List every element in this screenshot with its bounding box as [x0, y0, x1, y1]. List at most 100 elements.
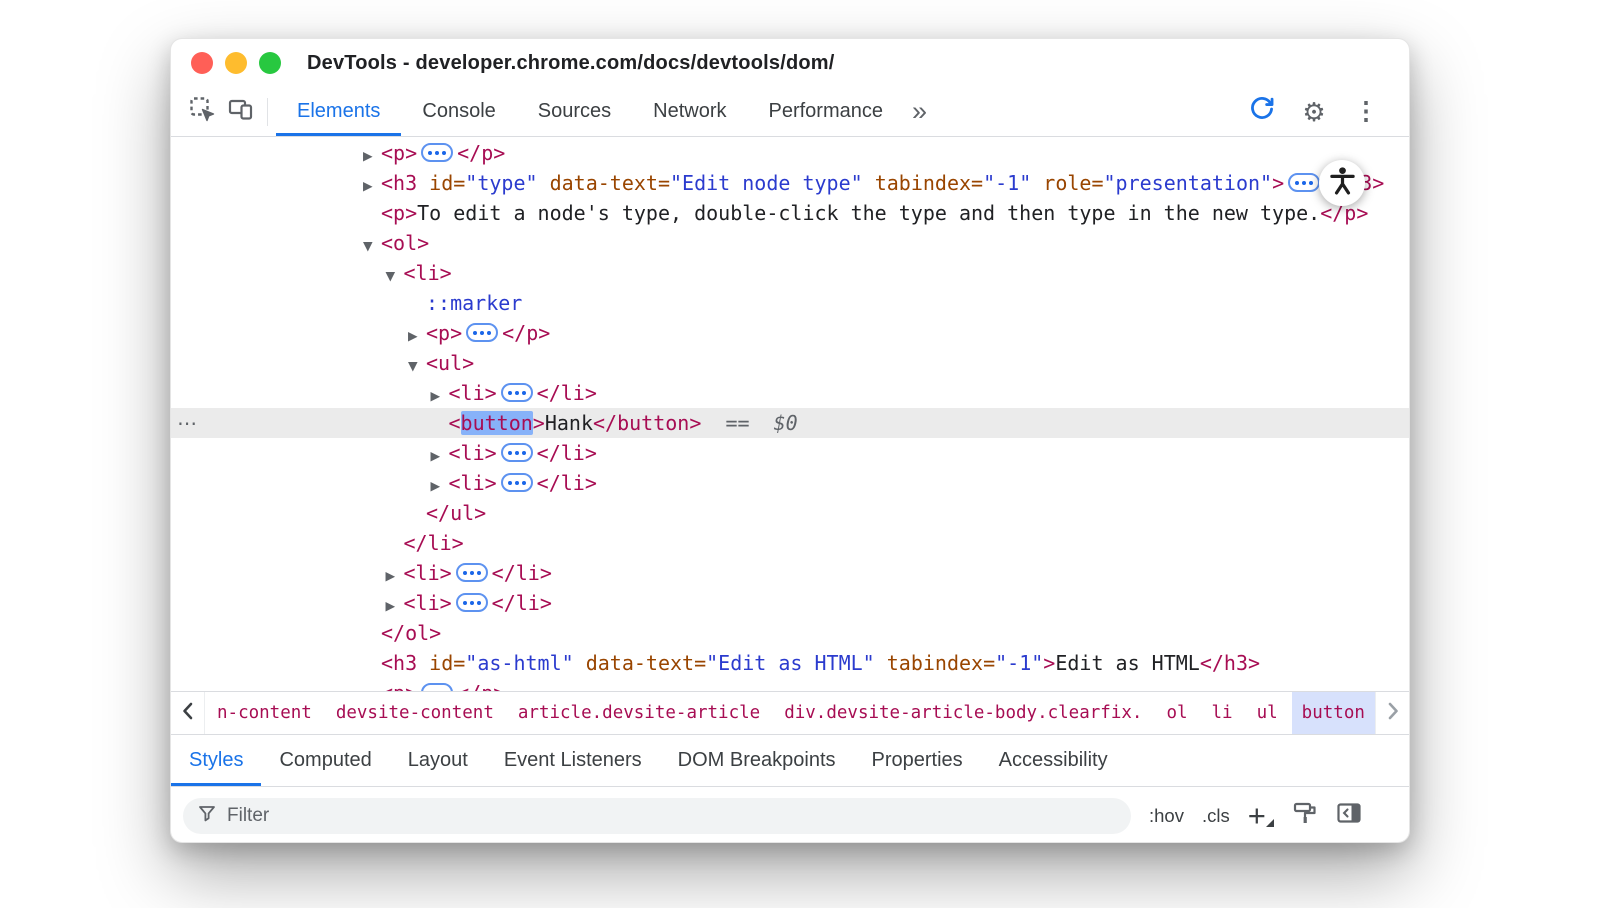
panel-tab-event-listeners[interactable]: Event Listeners	[486, 735, 660, 786]
code-marker: ::marker	[426, 291, 522, 315]
expand-arrow-icon[interactable]: ▶	[431, 381, 449, 411]
expand-arrow-icon[interactable]: ▶	[386, 561, 404, 591]
expand-inline-ellipsis-button[interactable]	[501, 443, 533, 462]
ellipsis-dot	[463, 571, 467, 575]
ellipsis-dot	[470, 601, 474, 605]
styles-filter-input[interactable]	[227, 805, 1117, 827]
collapse-arrow-icon[interactable]: ▼	[386, 261, 404, 291]
settings-button[interactable]: ⚙	[1295, 93, 1333, 131]
dom-tree-row[interactable]: </ol>	[171, 618, 1409, 648]
minimize-button[interactable]	[225, 52, 247, 74]
breadcrumb-item-article-devsite-article[interactable]: article.devsite-article	[508, 692, 770, 734]
computed-sidebar-toggle-button[interactable]	[1336, 800, 1362, 831]
expand-inline-ellipsis-button[interactable]	[501, 473, 533, 492]
panel-tab-styles[interactable]: Styles	[171, 735, 261, 786]
screenshot-stage: DevTools - developer.chrome.com/docs/dev…	[0, 0, 1600, 908]
close-button[interactable]	[191, 52, 213, 74]
dom-tree-row[interactable]: ▶<p></p>	[171, 678, 1409, 691]
rendering-emulations-button[interactable]	[1292, 800, 1318, 831]
dom-tree-row[interactable]: ▼<li>	[171, 258, 1409, 288]
expand-inline-ellipsis-button[interactable]	[466, 323, 498, 342]
dom-tree-row[interactable]: ::marker	[171, 288, 1409, 318]
breadcrumb-item-ol[interactable]: ol	[1156, 692, 1197, 734]
breadcrumb: n-contentdevsite-contentarticle.devsite-…	[205, 692, 1375, 734]
accessibility-inspect-overlay[interactable]	[1319, 160, 1365, 206]
breadcrumb-item-ul[interactable]: ul	[1247, 692, 1288, 734]
new-style-rule-button[interactable]: +	[1248, 802, 1274, 830]
inspect-element-button[interactable]	[183, 93, 221, 131]
toolbar-divider	[267, 98, 268, 126]
dom-tree-row[interactable]: ▶<li></li>	[171, 378, 1409, 408]
dom-tree-row[interactable]: <p>To edit a node's type, double-click t…	[171, 198, 1409, 228]
more-actions-icon[interactable]: ⋯	[177, 408, 197, 438]
code-tag: <li>	[449, 381, 497, 405]
tab-sources[interactable]: Sources	[517, 87, 632, 136]
code-text: To edit a node's type, double-click the …	[417, 201, 1320, 225]
code-tag: </li>	[537, 471, 597, 495]
sidebar-toggle-icon	[1336, 800, 1362, 831]
breadcrumb-item-button[interactable]: button	[1292, 692, 1375, 734]
refresh-button[interactable]	[1243, 93, 1281, 131]
expand-inline-ellipsis-button[interactable]	[1288, 173, 1320, 192]
breadcrumb-item-li[interactable]: li	[1202, 692, 1243, 734]
panel-tab-dom-breakpoints[interactable]: DOM Breakpoints	[660, 735, 854, 786]
breadcrumb-scroll-left-button[interactable]	[171, 692, 205, 734]
breadcrumb-item-n-content[interactable]: n-content	[207, 692, 322, 734]
breadcrumb-scroll-right-button[interactable]	[1375, 692, 1409, 734]
expand-arrow-icon[interactable]: ▶	[386, 591, 404, 621]
expand-arrow-icon[interactable]: ▶	[431, 471, 449, 501]
device-toolbar-button[interactable]	[221, 93, 259, 131]
code-tag: </li>	[404, 531, 464, 555]
dom-tree-row[interactable]: ▶<li></li>	[171, 588, 1409, 618]
toggle-element-state-button[interactable]: :hov	[1149, 805, 1184, 827]
breadcrumb-item-devsite-content[interactable]: devsite-content	[326, 692, 504, 734]
panel-tab-layout[interactable]: Layout	[390, 735, 486, 786]
expand-arrow-icon[interactable]: ▶	[408, 321, 426, 351]
dom-tree-row[interactable]: <h3 id="as-html" data-text="Edit as HTML…	[171, 648, 1409, 678]
expand-inline-ellipsis-button[interactable]	[456, 593, 488, 612]
expand-inline-ellipsis-button[interactable]	[421, 683, 453, 691]
ellipsis-dot	[1309, 181, 1313, 185]
ellipsis-dot	[522, 391, 526, 395]
dom-tree-row[interactable]: </ul>	[171, 498, 1409, 528]
collapse-arrow-icon[interactable]: ▼	[408, 351, 426, 381]
traffic-lights	[191, 52, 281, 74]
expand-inline-ellipsis-button[interactable]	[421, 143, 453, 162]
dom-tree-row[interactable]: ▼<ol>	[171, 228, 1409, 258]
tab-performance[interactable]: Performance	[748, 87, 905, 136]
code-tag: <li>	[404, 561, 452, 585]
dom-tree-row[interactable]: ▶<p></p>	[171, 318, 1409, 348]
expand-arrow-icon[interactable]: ▶	[363, 171, 381, 201]
breadcrumb-item-div-devsite-article-body-clearfix-[interactable]: div.devsite-article-body.clearfix.	[774, 692, 1152, 734]
dom-tree-row[interactable]: </li>	[171, 528, 1409, 558]
zoom-button[interactable]	[259, 52, 281, 74]
toolbar-right: ⚙ ⋮	[1243, 93, 1391, 131]
dom-tree-row[interactable]: ▶<li></li>	[171, 438, 1409, 468]
tab-network[interactable]: Network	[632, 87, 747, 136]
panel-tab-properties[interactable]: Properties	[854, 735, 981, 786]
customize-menu-button[interactable]: ⋮	[1347, 93, 1385, 131]
dom-tree-row[interactable]: ▶<li></li>	[171, 468, 1409, 498]
more-tabs-button[interactable]: »	[904, 98, 935, 125]
dom-tree-row[interactable]: ⋯<button>Hank</button> == $0	[171, 408, 1409, 438]
dom-tree-row[interactable]: ▼<ul>	[171, 348, 1409, 378]
tab-elements[interactable]: Elements	[276, 87, 401, 136]
dom-tree-row[interactable]: ▶<p></p>	[171, 138, 1409, 168]
code-tag: <p>	[381, 201, 417, 225]
collapse-arrow-icon[interactable]: ▼	[363, 231, 381, 261]
code-attr: id=	[417, 171, 465, 195]
element-classes-button[interactable]: .cls	[1202, 805, 1230, 827]
expand-arrow-icon[interactable]: ▶	[363, 141, 381, 171]
ellipsis-dot	[477, 601, 481, 605]
dom-tree-row[interactable]: ▶<li></li>	[171, 558, 1409, 588]
tab-console[interactable]: Console	[401, 87, 516, 136]
dom-tree-row[interactable]: ▶<h3 id="type" data-text="Edit node type…	[171, 168, 1409, 198]
kebab-menu-icon: ⋮	[1354, 99, 1379, 124]
code-val: "-1"	[995, 651, 1043, 675]
expand-inline-ellipsis-button[interactable]	[456, 563, 488, 582]
panel-tab-accessibility[interactable]: Accessibility	[981, 735, 1126, 786]
expand-inline-ellipsis-button[interactable]	[501, 383, 533, 402]
expand-arrow-icon[interactable]: ▶	[431, 441, 449, 471]
expand-arrow-icon[interactable]: ▶	[363, 681, 381, 691]
panel-tab-computed[interactable]: Computed	[261, 735, 389, 786]
